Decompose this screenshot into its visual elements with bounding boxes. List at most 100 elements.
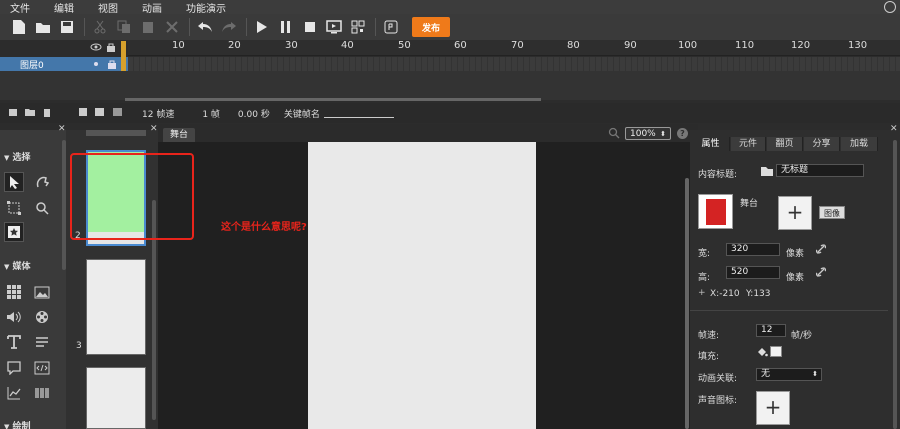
paint-bucket-icon[interactable] <box>756 346 768 361</box>
tools-select-title: ▼ 选择 <box>4 153 31 163</box>
fps-unit: 帧/秒 <box>791 331 813 341</box>
tab-properties[interactable]: 属性 <box>692 137 730 151</box>
help-icon[interactable]: ? <box>677 128 688 139</box>
tab-loading[interactable]: 加载 <box>841 137 878 151</box>
play-icon[interactable] <box>251 17 273 37</box>
undo-icon[interactable] <box>194 17 216 37</box>
layer-row[interactable]: 图层0 <box>0 57 128 71</box>
tab-symbols[interactable]: 元件 <box>731 137 766 151</box>
image-icon[interactable] <box>32 282 52 302</box>
paste-icon[interactable] <box>137 17 159 37</box>
stage-canvas[interactable] <box>308 142 536 429</box>
zoom-magnifier-icon[interactable] <box>32 198 52 218</box>
lock-icon[interactable] <box>106 42 116 55</box>
delete-icon[interactable] <box>161 17 183 37</box>
preview-icon[interactable] <box>323 17 345 37</box>
transform-icon[interactable] <box>4 198 24 218</box>
tab-page-turn[interactable]: 翻页 <box>767 137 803 151</box>
add-sound-icon-button[interactable]: + <box>756 391 790 425</box>
code-embed-icon[interactable] <box>32 358 52 378</box>
qrcode-icon[interactable] <box>347 17 369 37</box>
line-chart-icon[interactable] <box>4 383 24 403</box>
ruler-tick: 50 <box>398 40 411 51</box>
close-icon[interactable]: ✕ <box>58 124 66 134</box>
open-folder-icon[interactable] <box>32 17 54 37</box>
width-label: 宽: <box>698 249 711 259</box>
save-icon[interactable] <box>56 17 78 37</box>
height-input[interactable]: 520 <box>726 266 780 279</box>
link-icon[interactable] <box>815 267 827 280</box>
eye-icon[interactable] <box>90 43 102 54</box>
timeline-frames[interactable] <box>128 57 900 71</box>
tools-select-title-label: 选择 <box>12 153 31 163</box>
image-button[interactable]: 图像 <box>819 206 845 219</box>
stage-thumbnail[interactable] <box>698 194 733 229</box>
fill-label: 填充: <box>698 352 720 362</box>
menu-animation[interactable]: 动画 <box>142 0 162 15</box>
blank-frame-icon[interactable] <box>112 107 124 120</box>
content-title-input[interactable]: 无标题 <box>776 164 864 177</box>
ruler-tick: 90 <box>624 40 637 51</box>
audio-icon[interactable] <box>4 307 24 327</box>
new-file-icon[interactable] <box>8 17 30 37</box>
help-circle-icon[interactable] <box>884 1 896 13</box>
layer-visible-dot-icon[interactable] <box>92 60 100 71</box>
copy-icon[interactable] <box>113 17 135 37</box>
properties-scrollbar[interactable] <box>893 140 897 429</box>
height-unit: 像素 <box>786 273 805 283</box>
keyframe-name-input[interactable] <box>323 108 394 118</box>
symbol-star-icon[interactable] <box>4 222 24 242</box>
menu-view[interactable]: 视图 <box>98 0 118 15</box>
scene-thumbnail[interactable] <box>86 259 146 355</box>
barcode-icon[interactable] <box>32 383 52 403</box>
text-tool-icon[interactable] <box>4 332 24 352</box>
scene-thumbnail-prev[interactable] <box>86 130 146 136</box>
menu-file[interactable]: 文件 <box>10 0 30 15</box>
video-reel-icon[interactable] <box>32 307 52 327</box>
timeline-status-bar: 12 帧速 1 帧 0.00 秒 关键帧名 <box>0 103 900 123</box>
fill-color-swatch[interactable] <box>770 346 782 357</box>
tab-share[interactable]: 分享 <box>804 137 840 151</box>
ruler-tick: 10 <box>172 40 185 51</box>
link-icon[interactable] <box>815 244 827 257</box>
stop-icon[interactable] <box>299 17 321 37</box>
timeline-ruler[interactable]: 10 20 30 40 50 60 70 80 90 100 110 120 1… <box>128 40 900 56</box>
annotation-text: 这个是什么意思呢? <box>221 222 307 233</box>
add-folder-icon[interactable] <box>24 107 36 120</box>
scene-thumbnail[interactable] <box>86 367 146 429</box>
menu-edit[interactable]: 编辑 <box>54 0 74 15</box>
subselect-icon[interactable] <box>32 172 52 192</box>
content-title-label: 内容标题: <box>698 170 738 180</box>
toolbar-divider <box>246 18 247 36</box>
zoom-select[interactable]: 100% ⬍ <box>625 127 671 140</box>
select-arrow-icon[interactable] <box>4 172 24 192</box>
grid-widget-icon[interactable] <box>4 282 24 302</box>
keyframe-icon[interactable] <box>94 107 106 120</box>
tools-panel: ✕ ▼ 选择 ▼ 媒体 ▼ 绘制 <box>0 124 66 429</box>
export-icon[interactable] <box>380 17 402 37</box>
stage-scrollbar[interactable] <box>685 178 689 429</box>
fps-input[interactable]: 12 <box>756 324 786 337</box>
frame-icon[interactable] <box>78 107 88 120</box>
stage-tab[interactable]: 舞台 <box>163 128 195 142</box>
close-icon[interactable]: ✕ <box>890 124 898 134</box>
menu-demo[interactable]: 功能演示 <box>186 0 226 15</box>
redo-icon[interactable] <box>218 17 240 37</box>
cut-icon[interactable] <box>89 17 111 37</box>
stage-thumbnail-image <box>706 199 726 225</box>
timeline-scrollbar[interactable] <box>125 98 541 101</box>
comment-bubble-icon[interactable] <box>4 358 24 378</box>
pause-icon[interactable] <box>275 17 297 37</box>
playhead[interactable] <box>121 41 126 71</box>
add-stage-image-button[interactable]: + <box>778 196 812 230</box>
paragraph-icon[interactable] <box>32 332 52 352</box>
close-icon[interactable]: ✕ <box>150 124 158 134</box>
ruler-tick: 130 <box>848 40 868 51</box>
publish-button[interactable]: 发布 <box>412 17 451 37</box>
delete-layer-icon[interactable] <box>42 107 52 120</box>
anim-link-value: 无 <box>761 369 771 379</box>
anim-link-select[interactable]: 无 ⬍ <box>756 368 822 381</box>
width-input[interactable]: 320 <box>726 243 780 256</box>
search-icon[interactable] <box>608 127 620 142</box>
add-layer-icon[interactable] <box>8 107 18 120</box>
